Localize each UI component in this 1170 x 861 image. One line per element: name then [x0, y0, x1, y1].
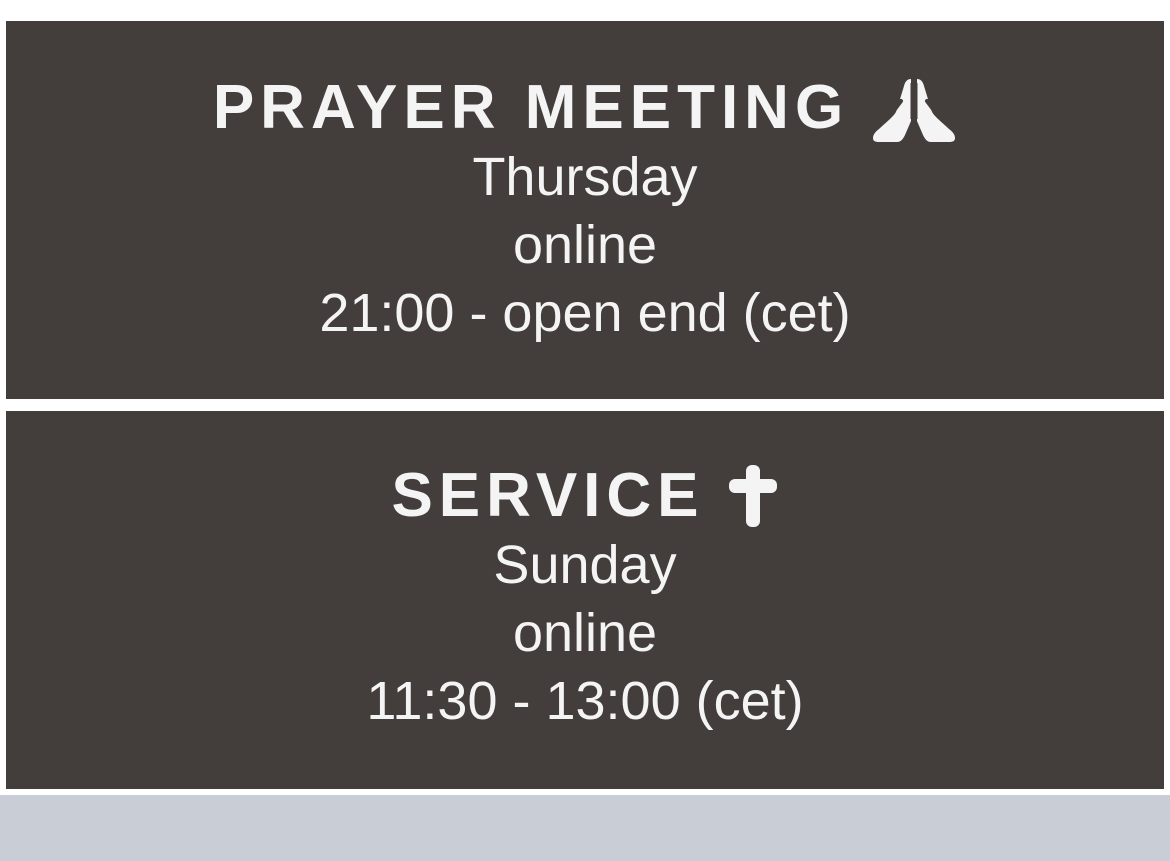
event-title-row: SERVICE [6, 461, 1164, 531]
event-title: PRAYER MEETING [212, 73, 850, 142]
event-time: 21:00 - open end (cet) [319, 283, 851, 343]
event-card-service: SERVICE Sunday online 11:30 - 13:00 (cet… [6, 411, 1164, 789]
event-time: 11:30 - 13:00 (cet) [366, 671, 804, 731]
praying-hands-icon [871, 73, 957, 143]
event-card-prayer-meeting: PRAYER MEETING Thursday online 21:00 - o… [6, 21, 1164, 399]
page: PRAYER MEETING Thursday online 21:00 - o… [0, 0, 1170, 861]
event-day: Sunday [493, 535, 677, 595]
footer-bar [0, 795, 1170, 861]
cross-icon [727, 463, 779, 529]
event-title-row: PRAYER MEETING [6, 73, 1164, 143]
event-location: online [512, 603, 658, 663]
event-location: online [512, 215, 658, 275]
event-day: Thursday [472, 147, 698, 207]
event-title: SERVICE [391, 461, 705, 530]
